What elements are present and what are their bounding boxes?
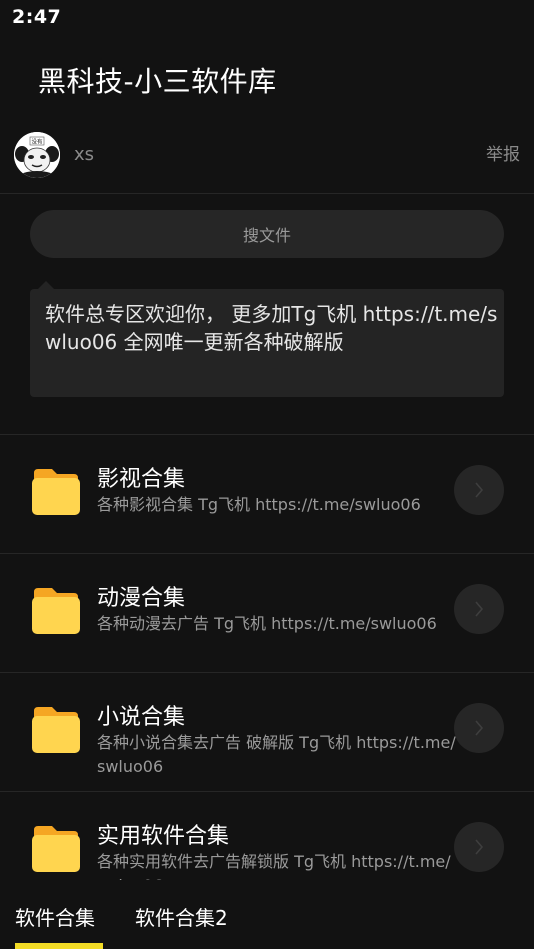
- app-screen: 2:47 黑科技-小三软件库 没有 xs 举报 搜文件 软件总专区欢迎你， 更多…: [0, 0, 534, 949]
- report-link[interactable]: 举报: [486, 140, 520, 165]
- tab-software-collection[interactable]: 软件合集: [15, 902, 95, 931]
- list-item[interactable]: 动漫合集 各种动漫去广告 Tg飞机 https://t.me/swluo06: [0, 553, 534, 672]
- file-list: 影视合集 各种影视合集 Tg飞机 https://t.me/swluo06 动漫…: [0, 434, 534, 910]
- author-name[interactable]: xs: [74, 144, 94, 165]
- list-item[interactable]: 影视合集 各种影视合集 Tg飞机 https://t.me/swluo06: [0, 434, 534, 553]
- status-bar: 2:47: [0, 0, 534, 38]
- tab-software-collection-2[interactable]: 软件合集2: [135, 902, 228, 931]
- file-description: 各种小说合集去广告 破解版 Tg飞机 https://t.me/swluo06: [97, 733, 456, 776]
- author-row: 没有 xs 举报: [0, 128, 534, 192]
- open-button[interactable]: [454, 584, 504, 634]
- notice-pointer: [38, 281, 54, 289]
- file-title: 动漫合集: [97, 586, 186, 611]
- bottom-tab-bar: 软件合集 软件合集2: [0, 880, 534, 949]
- active-tab-indicator: [15, 943, 103, 949]
- status-time: 2:47: [12, 6, 62, 28]
- chevron-right-icon: [475, 720, 484, 736]
- header-divider: [0, 193, 534, 194]
- avatar[interactable]: 没有: [14, 132, 60, 178]
- notice-text: 软件总专区欢迎你， 更多加Tg飞机 https://t.me/swluo06 全…: [45, 302, 498, 354]
- search-files-button[interactable]: 搜文件: [30, 210, 504, 258]
- folder-icon: [32, 707, 80, 753]
- chevron-right-icon: [475, 482, 484, 498]
- list-item[interactable]: 小说合集 各种小说合集去广告 破解版 Tg飞机 https://t.me/swl…: [0, 672, 534, 791]
- file-title: 实用软件合集: [97, 824, 230, 849]
- folder-icon: [32, 469, 80, 515]
- chevron-right-icon: [475, 601, 484, 617]
- file-description: 各种影视合集 Tg飞机 https://t.me/swluo06: [97, 495, 421, 514]
- folder-icon: [32, 826, 80, 872]
- open-button[interactable]: [454, 465, 504, 515]
- folder-icon: [32, 588, 80, 634]
- file-title: 影视合集: [97, 467, 186, 492]
- open-button[interactable]: [454, 822, 504, 872]
- page-title: 黑科技-小三软件库: [38, 65, 277, 98]
- chevron-right-icon: [475, 839, 484, 855]
- file-description: 各种动漫去广告 Tg飞机 https://t.me/swluo06: [97, 614, 437, 633]
- open-button[interactable]: [454, 703, 504, 753]
- panda-meme-avatar-icon: 没有: [14, 132, 60, 178]
- file-title: 小说合集: [97, 705, 186, 730]
- notice-box: 软件总专区欢迎你， 更多加Tg飞机 https://t.me/swluo06 全…: [30, 289, 504, 397]
- avatar-caption: 没有: [31, 138, 43, 146]
